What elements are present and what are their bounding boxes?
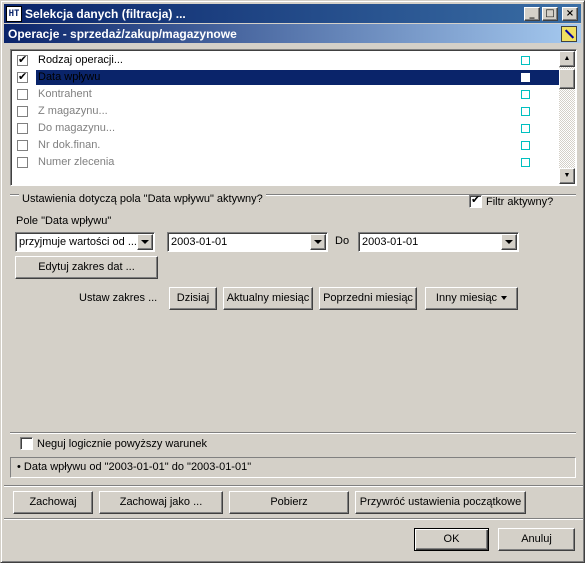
save-as-button[interactable]: Zachowaj jako ... — [99, 491, 223, 514]
list-item-label: Rodzaj operacji... — [38, 54, 123, 66]
app-icon — [6, 5, 22, 22]
edit-date-range-button[interactable]: Edytuj zakres dat ... — [15, 256, 158, 279]
filter-active-label: Filtr aktywny? — [486, 196, 554, 208]
restore-defaults-button[interactable]: Przywróć ustawienia początkowe — [355, 491, 526, 514]
condition-value: przyjmuje wartości od ... — [19, 236, 137, 248]
active-marker-icon — [521, 141, 530, 150]
list-item-checkbox[interactable] — [17, 53, 28, 66]
other-month-label: Inny miesiąc — [435, 292, 498, 304]
chevron-down-icon[interactable] — [137, 234, 153, 250]
scroll-up-icon[interactable]: ▲ — [559, 51, 575, 67]
list-item-checkbox[interactable] — [17, 70, 28, 83]
set-range-label: Ustaw zakres ... — [79, 292, 158, 304]
condition-select[interactable]: przyjmuje wartości od ... — [15, 232, 155, 252]
title-bar[interactable]: Selekcja danych (filtracja) ... _ □ × — [4, 4, 581, 23]
date-from-value: 2003-01-01 — [171, 236, 228, 248]
filter-summary: • Data wpływu od "2003-01-01" do "2003-0… — [10, 457, 576, 478]
field-label: Pole "Data wpływu" — [16, 215, 112, 227]
active-marker-icon — [521, 56, 530, 65]
list-item-label: Do magazynu... — [38, 122, 116, 134]
list-item-checkbox[interactable] — [17, 157, 28, 168]
filter-summary-text: • Data wpływu od "2003-01-01" do "2003-0… — [17, 461, 252, 473]
vertical-scrollbar[interactable]: ▲ ▼ — [559, 51, 575, 184]
list-item-label: Data wpływu — [36, 70, 559, 85]
window-title: Selekcja danych (filtracja) ... — [25, 6, 186, 21]
list-item[interactable]: Kontrahent — [13, 86, 559, 103]
list-item-label: Numer zlecenia — [38, 156, 115, 168]
settings-group-label: Ustawienia dotyczą pola "Data wpływu" ak… — [19, 193, 266, 205]
scroll-thumb[interactable] — [559, 69, 575, 89]
current-month-button[interactable]: Aktualny miesiąc — [223, 287, 313, 310]
save-button[interactable]: Zachowaj — [13, 491, 93, 514]
chevron-down-icon[interactable] — [501, 234, 517, 250]
section-title: Operacje - sprzedaż/zakup/magazynowe — [8, 26, 237, 41]
today-button[interactable]: Dzisiaj — [169, 287, 217, 310]
date-to-value: 2003-01-01 — [362, 236, 419, 248]
section-header: Operacje - sprzedaż/zakup/magazynowe — [4, 24, 581, 43]
list-item-label: Nr dok.finan. — [38, 139, 101, 151]
to-label: Do — [335, 235, 350, 247]
filter-active-checkbox[interactable] — [469, 193, 482, 208]
negate-label: Neguj logicznie powyższy warunek — [37, 438, 207, 450]
list-item-checkbox[interactable] — [17, 123, 28, 134]
list-item-checkbox[interactable] — [17, 140, 28, 151]
divider — [10, 432, 576, 434]
chevron-down-icon — [501, 296, 508, 301]
cancel-button[interactable]: Anuluj — [498, 528, 575, 551]
dialog-window: Selekcja danych (filtracja) ... _ □ × Op… — [0, 0, 585, 563]
list-item[interactable]: Data wpływu — [13, 69, 559, 86]
list-item-checkbox[interactable] — [17, 89, 28, 100]
list-item[interactable]: Rodzaj operacji... — [13, 52, 559, 69]
list-item-label: Z magazynu... — [38, 105, 108, 117]
date-to-picker[interactable]: 2003-01-01 — [358, 232, 519, 252]
active-marker-icon — [521, 73, 530, 82]
chevron-down-icon[interactable] — [310, 234, 326, 250]
minimize-button[interactable]: _ — [524, 6, 540, 21]
list-item-label: Kontrahent — [38, 88, 92, 100]
active-marker-icon — [521, 90, 530, 99]
active-marker-icon — [521, 107, 530, 116]
fields-list[interactable]: Rodzaj operacji... Data wpływu Kontrahen… — [10, 49, 577, 186]
close-button[interactable]: × — [562, 6, 578, 21]
list-item[interactable]: Z magazynu... — [13, 103, 559, 120]
active-marker-icon — [521, 158, 530, 167]
scroll-down-icon[interactable]: ▼ — [559, 168, 575, 184]
maximize-button[interactable]: □ — [542, 6, 558, 21]
other-month-button[interactable]: Inny miesiąc — [425, 287, 518, 310]
negate-checkbox[interactable] — [20, 437, 33, 450]
list-item[interactable]: Nr dok.finan. — [13, 137, 559, 154]
date-from-picker[interactable]: 2003-01-01 — [167, 232, 328, 252]
ok-button[interactable]: OK — [414, 528, 489, 551]
active-marker-icon — [521, 124, 530, 133]
divider — [4, 518, 583, 520]
load-button[interactable]: Pobierz — [229, 491, 349, 514]
previous-month-button[interactable]: Poprzedni miesiąc — [319, 287, 417, 310]
divider — [4, 485, 583, 487]
list-item-checkbox[interactable] — [17, 106, 28, 117]
list-item[interactable]: Numer zlecenia — [13, 154, 559, 171]
list-item[interactable]: Do magazynu... — [13, 120, 559, 137]
clear-filter-icon[interactable] — [561, 25, 577, 42]
